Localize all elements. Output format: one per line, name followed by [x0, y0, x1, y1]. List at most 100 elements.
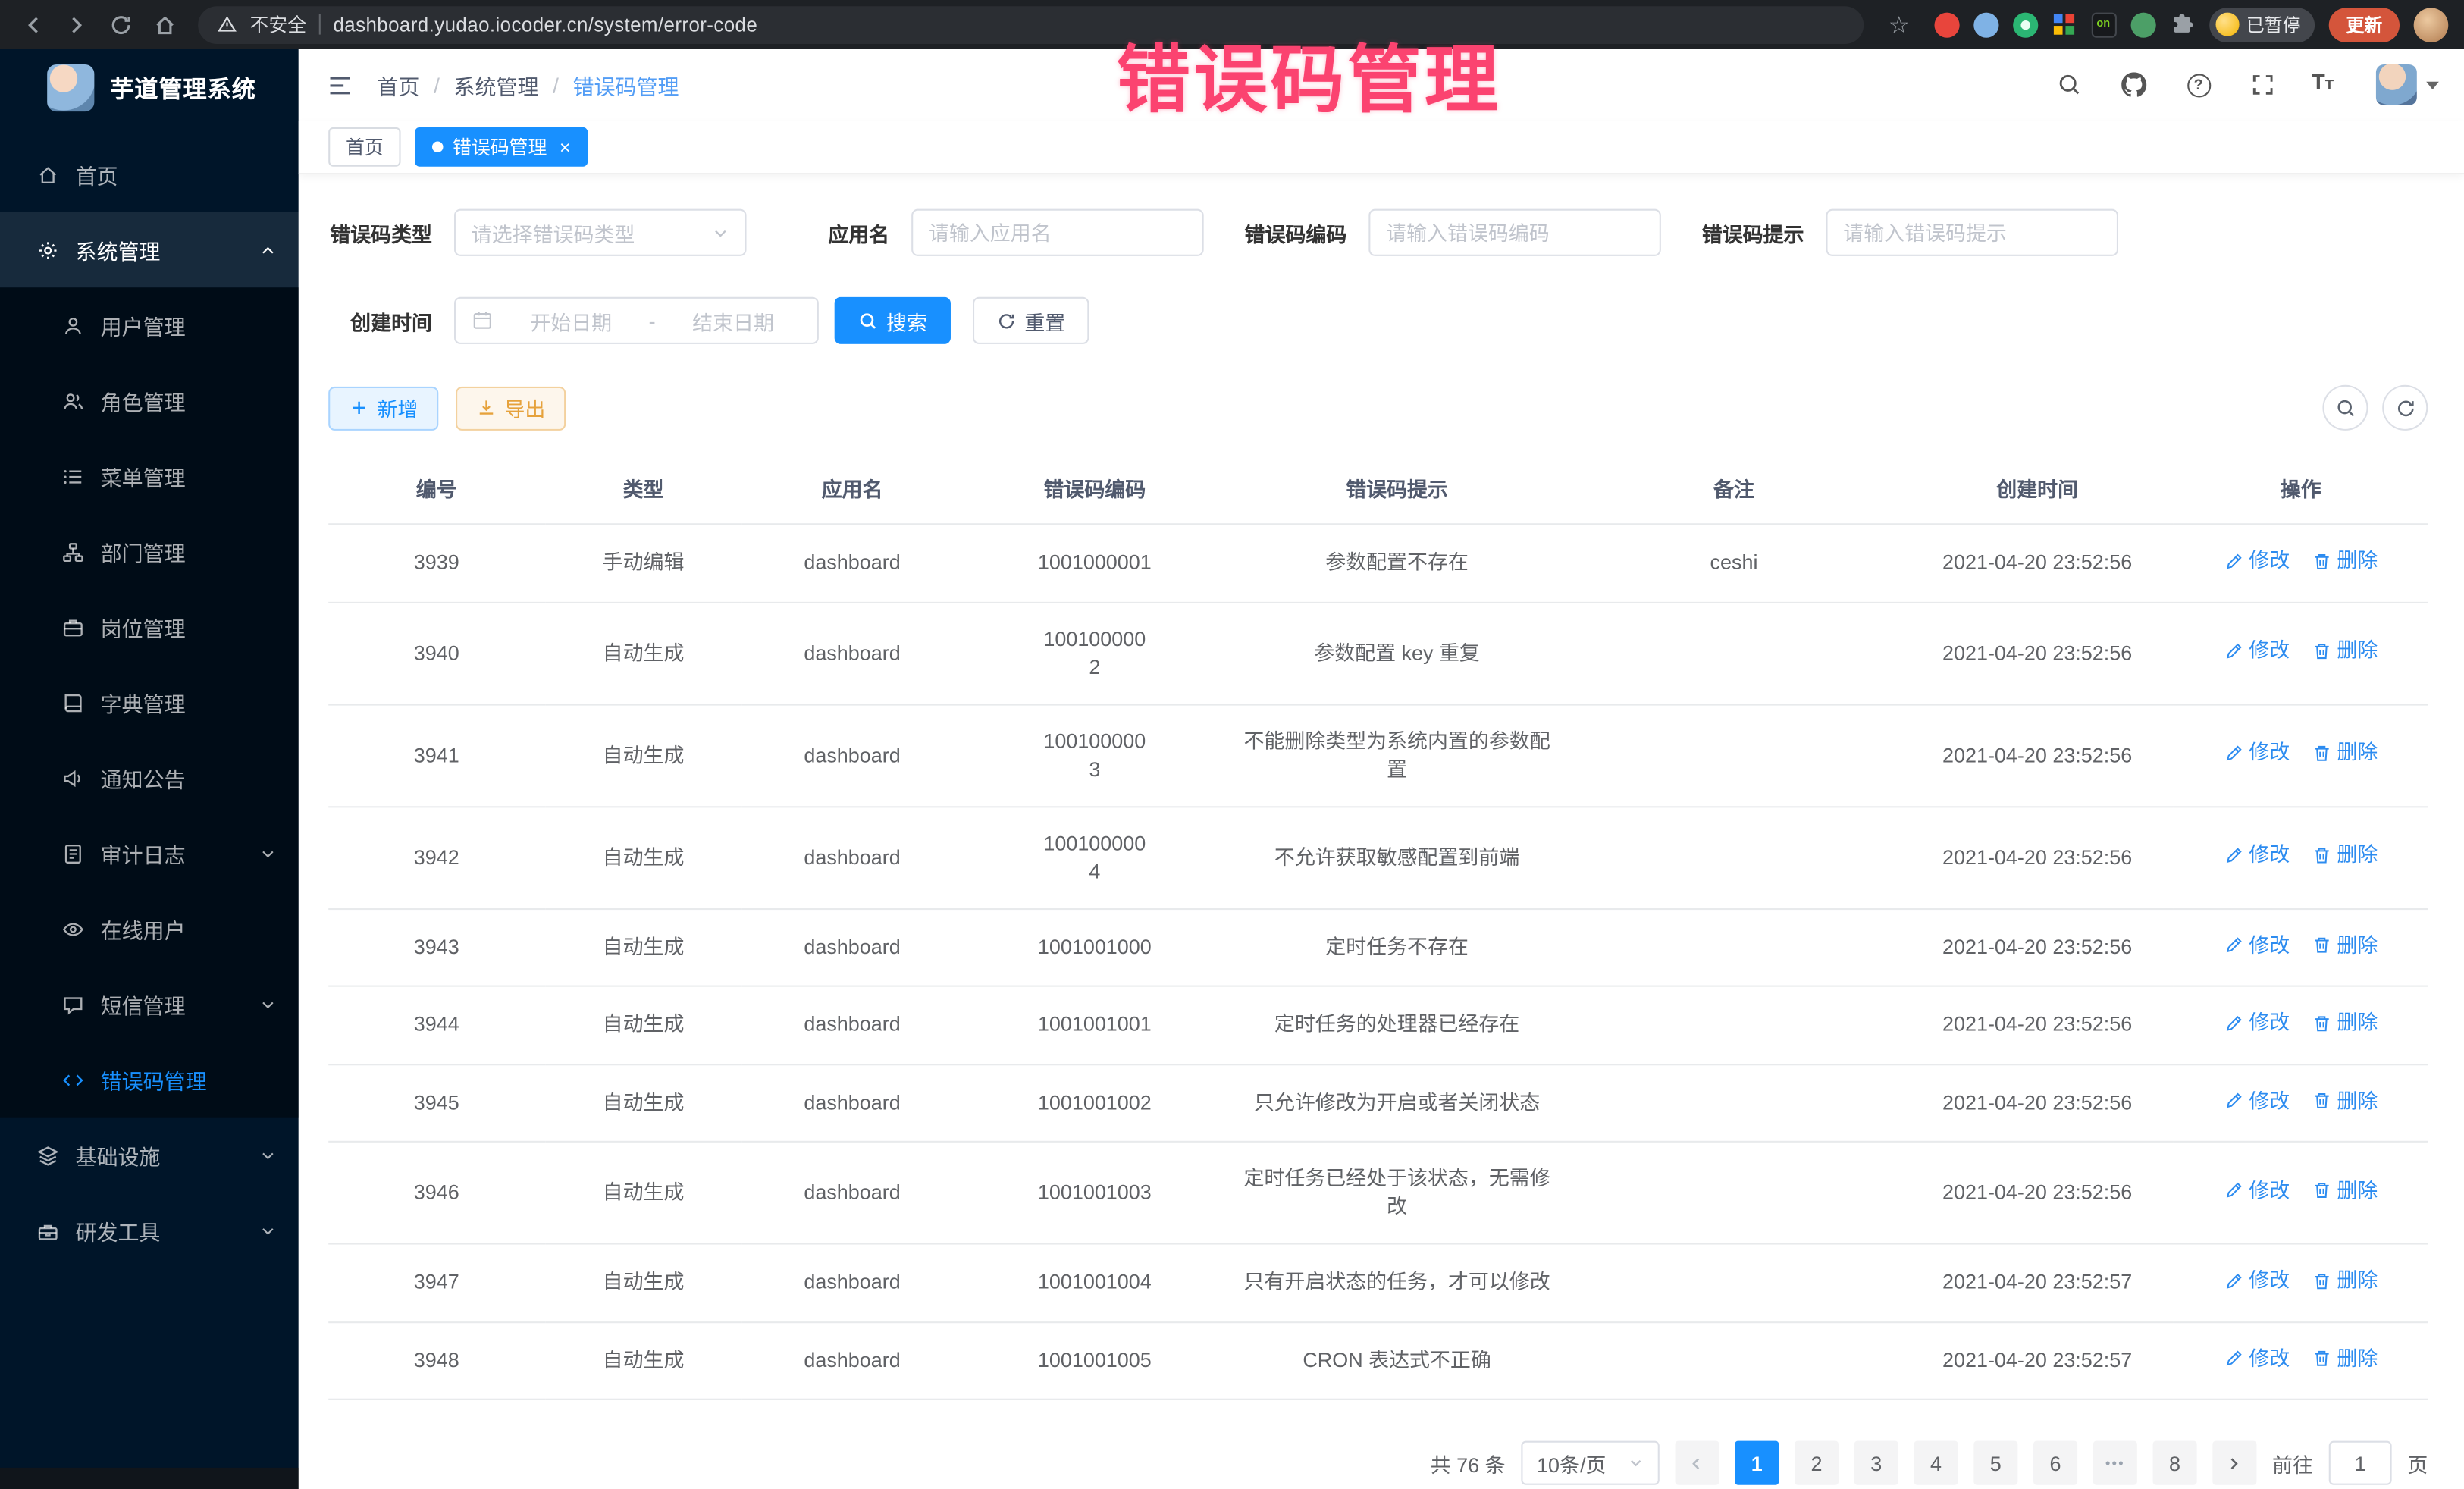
edit-link[interactable]: 修改: [2224, 841, 2290, 869]
delete-link[interactable]: 删除: [2312, 637, 2378, 665]
error-code-input[interactable]: [1368, 209, 1661, 256]
reset-button[interactable]: 重置: [973, 297, 1089, 344]
page-button[interactable]: 6: [2033, 1441, 2077, 1485]
reload-button[interactable]: [101, 4, 142, 45]
cell-hint: CRON 表达式不正确: [1227, 1321, 1567, 1400]
adblock-extension-icon[interactable]: [1933, 12, 1958, 37]
delete-link[interactable]: 删除: [2312, 1086, 2378, 1114]
edit-link[interactable]: 修改: [2224, 1344, 2290, 1372]
delete-link[interactable]: 删除: [2312, 1267, 2378, 1295]
page-button[interactable]: 8: [2153, 1441, 2197, 1485]
update-button[interactable]: 更新: [2329, 7, 2400, 42]
sidebar-collapse-bar[interactable]: [0, 1468, 299, 1489]
cell-time: 2021-04-20 23:52:56: [1901, 1064, 2174, 1142]
edit-link[interactable]: 修改: [2224, 1177, 2290, 1205]
page-button[interactable]: 5: [1973, 1441, 2017, 1485]
page-button[interactable]: 4: [1914, 1441, 1958, 1485]
goto-page-input[interactable]: [2329, 1441, 2392, 1485]
delete-link[interactable]: 删除: [2312, 931, 2378, 959]
edit-link[interactable]: 修改: [2224, 637, 2290, 665]
sidebar-item-notice[interactable]: 通知公告: [0, 740, 299, 815]
user-menu[interactable]: [2376, 64, 2439, 105]
filter-row-1: 错误码类型 请选择错误码类型 应用名 错误码编码: [328, 209, 2428, 256]
page-button[interactable]: 2: [1795, 1441, 1839, 1485]
search-icon[interactable]: [2054, 69, 2085, 100]
edit-link[interactable]: 修改: [2224, 1009, 2290, 1037]
font-size-icon[interactable]: TT: [2312, 69, 2343, 100]
close-icon[interactable]: ×: [560, 137, 571, 156]
delete-link[interactable]: 删除: [2312, 841, 2378, 869]
security-label: 不安全: [250, 11, 307, 38]
sidebar-item-error-code[interactable]: 错误码管理: [0, 1042, 299, 1117]
cell-app: dashboard: [742, 908, 963, 986]
github-icon[interactable]: [2118, 69, 2149, 100]
address-bar[interactable]: 不安全 dashboard.yudao.iocoder.cn/system/er…: [198, 5, 1863, 43]
app-name-input[interactable]: [911, 209, 1204, 256]
home-button[interactable]: [145, 4, 186, 45]
list-icon: [60, 463, 85, 488]
sidebar-item-online-users[interactable]: 在线用户: [0, 891, 299, 966]
edit-link[interactable]: 修改: [2224, 739, 2290, 767]
error-type-select[interactable]: 请选择错误码类型: [454, 209, 747, 256]
paused-badge[interactable]: 已暂停: [2209, 7, 2315, 42]
delete-link[interactable]: 删除: [2312, 1009, 2378, 1037]
chevron-down-icon: [2426, 81, 2439, 89]
table-refresh-icon[interactable]: [2382, 385, 2428, 431]
create-time-range-picker[interactable]: 开始日期 - 结束日期: [454, 297, 819, 344]
bookmark-star-icon[interactable]: ☆: [1879, 4, 1920, 45]
proxy-extension-icon[interactable]: on: [2091, 12, 2116, 37]
colorpicker-extension-icon[interactable]: [1973, 12, 1998, 37]
next-page-button[interactable]: [2212, 1441, 2256, 1485]
edit-link[interactable]: 修改: [2224, 547, 2290, 575]
forward-button[interactable]: [57, 4, 98, 45]
delete-link[interactable]: 删除: [2312, 1344, 2378, 1372]
page-button[interactable]: 3: [1854, 1441, 1898, 1485]
sidebar-item-sms-mgmt[interactable]: 短信管理: [0, 967, 299, 1042]
sidebar-item-post-mgmt[interactable]: 岗位管理: [0, 589, 299, 664]
total-count: 共 76 条: [1431, 1448, 1506, 1478]
sidebar-item-dev-tools[interactable]: 研发工具: [0, 1193, 299, 1268]
vue-devtools-extension-icon[interactable]: [2012, 12, 2037, 37]
help-icon[interactable]: ?: [2183, 69, 2214, 100]
search-button[interactable]: 搜索: [835, 297, 951, 344]
sidebar-item-home[interactable]: 首页: [0, 136, 299, 212]
sidebar-item-dept-mgmt[interactable]: 部门管理: [0, 514, 299, 589]
cell-hint: 不允许获取敏感配置到前端: [1227, 806, 1567, 908]
delete-link[interactable]: 删除: [2312, 1177, 2378, 1205]
sidebar-item-infra[interactable]: 基础设施: [0, 1118, 299, 1193]
leaf-extension-icon[interactable]: [2130, 12, 2155, 37]
sidebar-item-role-mgmt[interactable]: 角色管理: [0, 363, 299, 438]
page-ellipsis[interactable]: •••: [2093, 1441, 2137, 1485]
address-divider: [319, 14, 321, 35]
page-button[interactable]: 1: [1735, 1441, 1779, 1485]
grid-extension-icon[interactable]: [2052, 12, 2077, 37]
sidebar-item-menu-mgmt[interactable]: 菜单管理: [0, 438, 299, 513]
breadcrumb-system[interactable]: 系统管理: [454, 69, 539, 100]
prev-page-button[interactable]: [1675, 1441, 1719, 1485]
delete-link[interactable]: 删除: [2312, 739, 2378, 767]
browser-profile-avatar[interactable]: [2414, 7, 2449, 42]
breadcrumb-home[interactable]: 首页: [377, 69, 419, 100]
edit-link[interactable]: 修改: [2224, 1267, 2290, 1295]
menu-fold-icon[interactable]: [318, 63, 362, 107]
delete-link[interactable]: 删除: [2312, 547, 2378, 575]
export-button[interactable]: 导出: [456, 386, 566, 430]
app-logo[interactable]: 芋道管理系统: [0, 49, 299, 127]
edit-link[interactable]: 修改: [2224, 931, 2290, 959]
sidebar-item-audit-log[interactable]: 审计日志: [0, 816, 299, 891]
error-hint-input[interactable]: [1826, 209, 2118, 256]
extensions-puzzle-icon[interactable]: [2169, 12, 2194, 37]
back-button[interactable]: [13, 4, 54, 45]
sidebar-item-dict-mgmt[interactable]: 字典管理: [0, 665, 299, 740]
edit-link[interactable]: 修改: [2224, 1086, 2290, 1114]
fullscreen-icon[interactable]: [2247, 69, 2278, 100]
tab-error-code[interactable]: 错误码管理 ×: [415, 127, 588, 167]
page-size-select[interactable]: 10条/页: [1521, 1441, 1659, 1485]
sidebar-item-user-mgmt[interactable]: 用户管理: [0, 287, 299, 362]
sidebar-item-system[interactable]: 系统管理: [0, 212, 299, 287]
table-search-icon[interactable]: [2322, 385, 2368, 431]
date-separator: -: [649, 309, 656, 332]
add-button[interactable]: 新增: [328, 386, 438, 430]
tab-home[interactable]: 首页: [328, 127, 400, 167]
browser-toolbar: 不安全 dashboard.yudao.iocoder.cn/system/er…: [0, 0, 2464, 49]
